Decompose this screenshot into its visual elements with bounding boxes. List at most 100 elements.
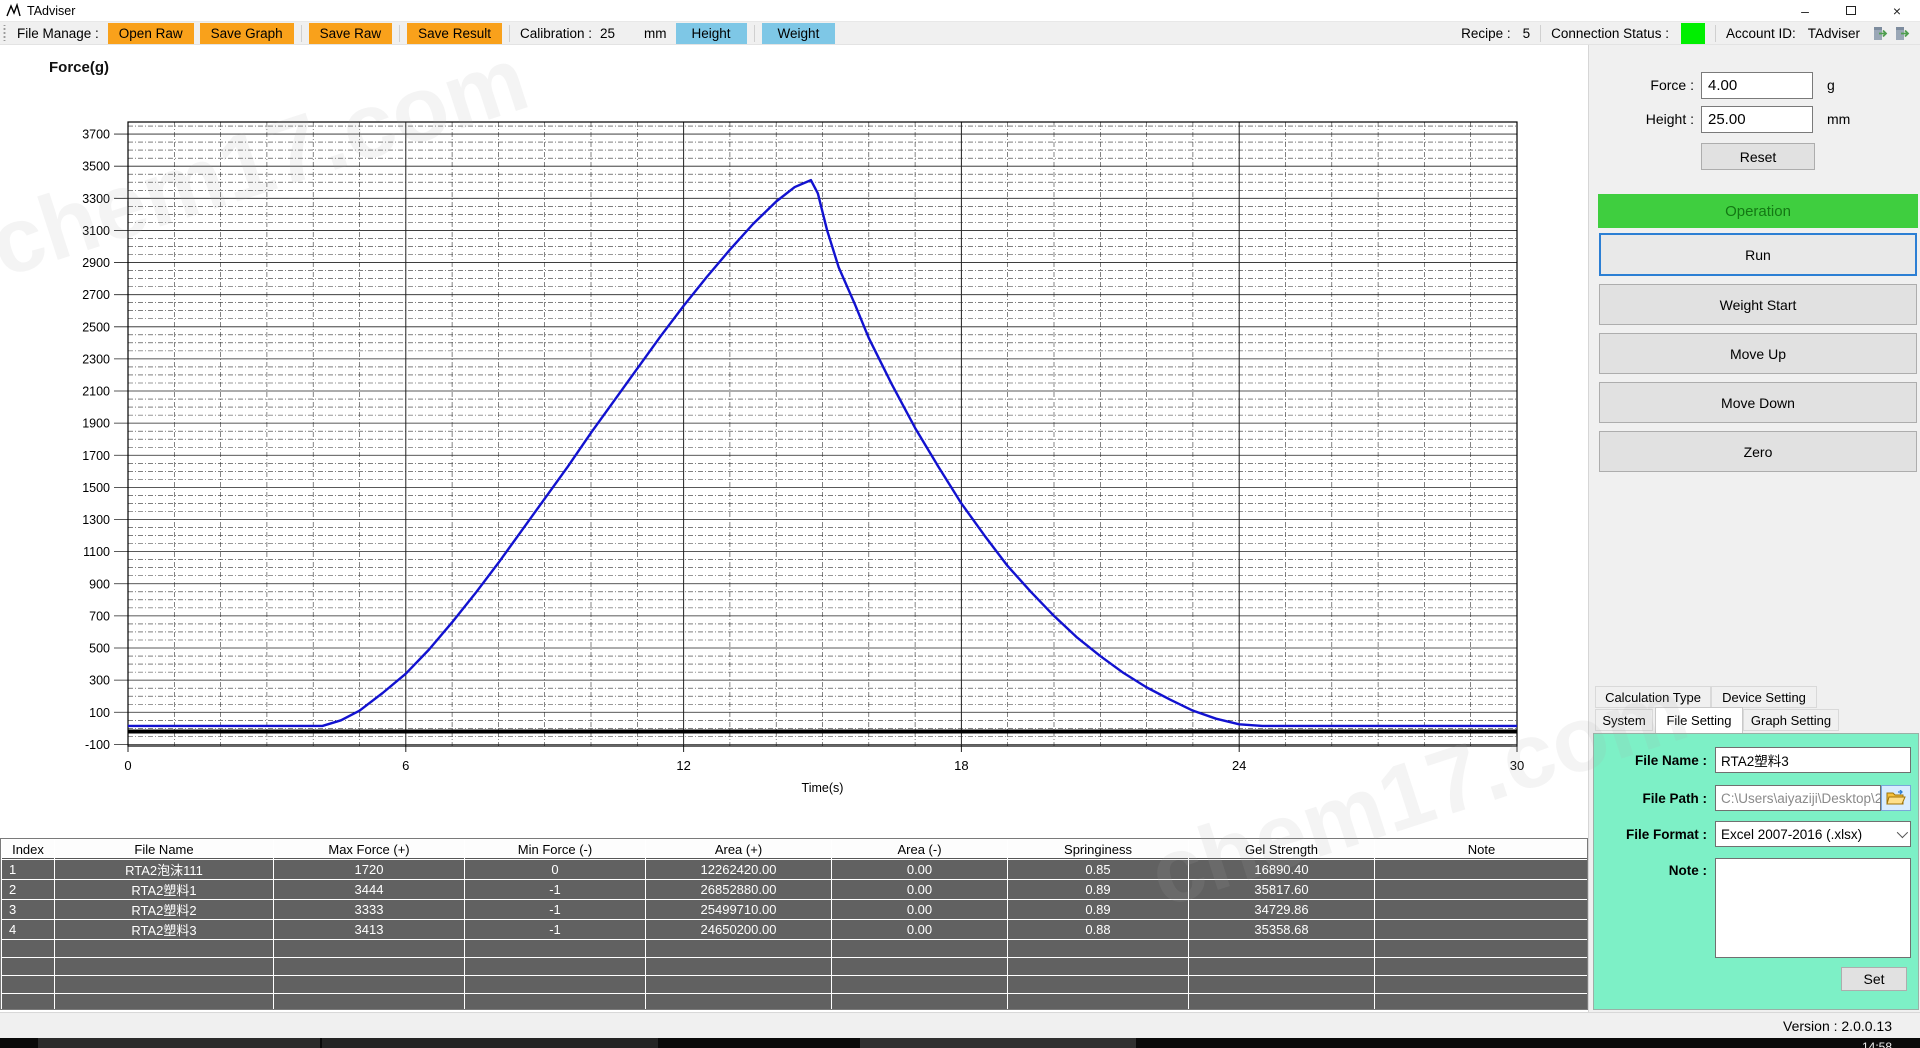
column-header[interactable]: Area (-) xyxy=(832,840,1007,859)
column-header[interactable]: Gel Strength xyxy=(1189,840,1374,859)
table-cell: 0.00 xyxy=(832,880,1007,899)
open-raw-button[interactable]: Open Raw xyxy=(108,23,194,44)
column-header[interactable]: File Name xyxy=(55,840,273,859)
operation-button[interactable]: Operation xyxy=(1598,194,1918,228)
table-cell: 0.00 xyxy=(832,900,1007,919)
tab-graph-setting[interactable]: Graph Setting xyxy=(1743,709,1839,731)
chart-area: Force(g) 3700350033003100290027002500230… xyxy=(0,45,1588,838)
table-row-empty[interactable] xyxy=(2,994,1588,1010)
calibration-input[interactable] xyxy=(598,25,638,42)
table-cell: 12262420.00 xyxy=(646,860,831,879)
taskbar-item[interactable] xyxy=(860,1038,1136,1048)
table-cell xyxy=(646,940,831,957)
svg-text:Time(s): Time(s) xyxy=(802,781,844,795)
move-down-button[interactable]: Move Down xyxy=(1599,382,1917,423)
table-cell xyxy=(2,976,54,993)
table-cell: -1 xyxy=(465,880,645,899)
table-row[interactable]: 1RTA2泡沫1111720012262420.000.000.8516890.… xyxy=(2,860,1588,879)
table-cell xyxy=(1375,900,1588,919)
file-format-select[interactable]: Excel 2007-2016 (.xlsx) xyxy=(1715,821,1911,847)
calibration-label: Calibration : xyxy=(520,26,592,41)
minimize-button[interactable]: – xyxy=(1782,0,1828,22)
close-button[interactable]: × xyxy=(1874,0,1920,22)
column-header[interactable]: Index xyxy=(2,840,54,859)
table-row-empty[interactable] xyxy=(2,976,1588,993)
version-text: Version : 2.0.0.13 xyxy=(1783,1018,1892,1034)
reset-button[interactable]: Reset xyxy=(1701,143,1815,170)
height-button[interactable]: Height xyxy=(676,23,747,44)
table-cell xyxy=(1375,880,1588,899)
account-id-value: TAdviser xyxy=(1808,26,1860,41)
table-cell xyxy=(2,940,54,957)
save-result-button[interactable]: Save Result xyxy=(407,23,502,44)
table-cell xyxy=(274,976,464,993)
status-bar: Version : 2.0.0.13 xyxy=(0,1012,1920,1038)
taskbar-item[interactable] xyxy=(322,1038,658,1048)
height-input[interactable] xyxy=(1701,106,1813,133)
login-icon[interactable] xyxy=(1871,25,1888,42)
table-row[interactable]: 4RTA2塑料33413-124650200.000.000.8835358.6… xyxy=(2,920,1588,939)
table-cell: 1720 xyxy=(274,860,464,879)
toolbar-grip xyxy=(2,25,7,41)
file-path-input[interactable]: C:\Users\aiyaziji\Desktop\20 xyxy=(1715,785,1881,811)
column-header[interactable]: Springiness xyxy=(1008,840,1188,859)
table-row-empty[interactable] xyxy=(2,940,1588,957)
table-row[interactable]: 3RTA2塑料23333-125499710.000.000.8934729.8… xyxy=(2,900,1588,919)
table-cell: 35817.60 xyxy=(1189,880,1374,899)
table-cell: RTA2塑料1 xyxy=(55,880,273,899)
taskbar-item[interactable] xyxy=(38,1038,320,1048)
tab-calculation-type[interactable]: Calculation Type xyxy=(1595,686,1711,708)
table-cell xyxy=(1375,860,1588,879)
table-cell xyxy=(2,994,54,1010)
table-cell xyxy=(55,994,273,1010)
toolbar-separator xyxy=(1540,25,1541,42)
table-cell xyxy=(1189,958,1374,975)
toolbar-separator xyxy=(754,25,755,42)
tab-device-setting[interactable]: Device Setting xyxy=(1711,686,1817,708)
maximize-icon xyxy=(1846,6,1856,15)
tab-system[interactable]: System xyxy=(1595,709,1653,731)
file-name-input[interactable] xyxy=(1715,747,1911,773)
svg-text:3500: 3500 xyxy=(82,160,110,174)
svg-text:1700: 1700 xyxy=(82,449,110,463)
column-header[interactable]: Area (+) xyxy=(646,840,831,859)
table-cell xyxy=(55,976,273,993)
svg-text:30: 30 xyxy=(1510,758,1524,773)
table-cell xyxy=(1189,940,1374,957)
weight-button[interactable]: Weight xyxy=(762,23,836,44)
move-up-button[interactable]: Move Up xyxy=(1599,333,1917,374)
table-cell: 16890.40 xyxy=(1189,860,1374,879)
file-format-value: Excel 2007-2016 (.xlsx) xyxy=(1721,827,1862,842)
save-graph-button[interactable]: Save Graph xyxy=(200,23,294,44)
toolbar-separator xyxy=(509,25,510,42)
browse-folder-button[interactable] xyxy=(1881,785,1911,811)
maximize-button[interactable] xyxy=(1828,0,1874,22)
table-cell xyxy=(1375,976,1588,993)
column-header[interactable]: Min Force (-) xyxy=(465,840,645,859)
tab-file-setting[interactable]: File Setting xyxy=(1655,707,1743,733)
note-textarea[interactable] xyxy=(1715,858,1911,958)
zero-button[interactable]: Zero xyxy=(1599,431,1917,472)
table-cell: 0.00 xyxy=(832,860,1007,879)
logout-icon[interactable] xyxy=(1893,25,1910,42)
force-input[interactable] xyxy=(1701,72,1813,99)
table-cell xyxy=(1375,958,1588,975)
force-time-chart: 3700350033003100290027002500230021001900… xyxy=(0,45,1588,838)
table-row-empty[interactable] xyxy=(2,958,1588,975)
save-raw-button[interactable]: Save Raw xyxy=(309,23,393,44)
svg-text:2100: 2100 xyxy=(82,385,110,399)
table-cell: 25499710.00 xyxy=(646,900,831,919)
svg-text:900: 900 xyxy=(89,577,110,591)
column-header[interactable]: Note xyxy=(1375,840,1588,859)
weight-start-button[interactable]: Weight Start xyxy=(1599,284,1917,325)
table-cell xyxy=(1008,958,1188,975)
open-folder-icon xyxy=(1886,790,1906,806)
column-header[interactable]: Max Force (+) xyxy=(274,840,464,859)
run-button[interactable]: Run xyxy=(1599,233,1917,276)
table-cell: RTA2塑料3 xyxy=(55,920,273,939)
table-cell xyxy=(1375,940,1588,957)
table-row[interactable]: 2RTA2塑料13444-126852880.000.000.8935817.6… xyxy=(2,880,1588,899)
set-button[interactable]: Set xyxy=(1841,967,1907,991)
svg-text:100: 100 xyxy=(89,706,110,720)
taskbar[interactable]: 14:58 xyxy=(0,1038,1920,1048)
